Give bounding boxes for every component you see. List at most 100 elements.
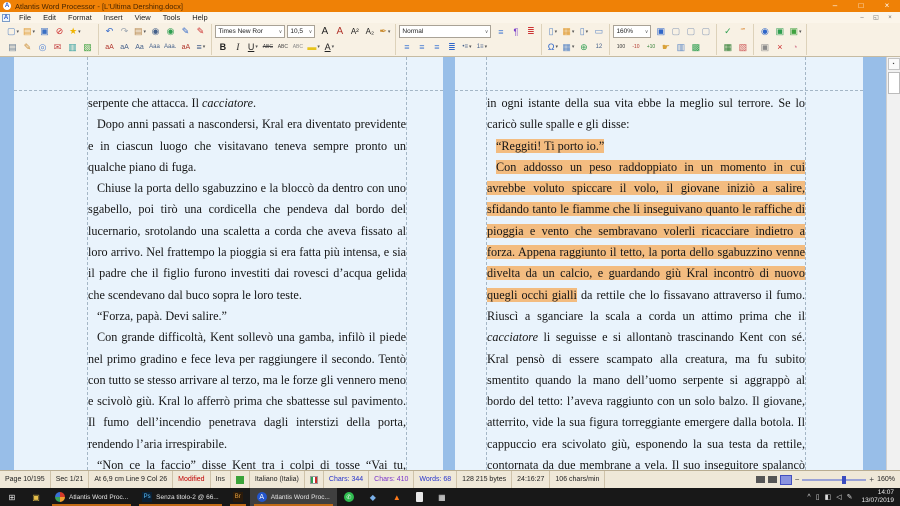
highlight-button[interactable]: ▬▾	[305, 40, 322, 54]
sections-button[interactable]: ▯▾	[576, 25, 591, 39]
taskbar-paint3d[interactable]: ◆	[361, 488, 385, 506]
status-autocorrect-icon[interactable]	[231, 471, 250, 488]
paste-button[interactable]: ▤▾	[132, 25, 148, 39]
fullscreen-button[interactable]: ▣	[653, 25, 668, 39]
mdi-close-button[interactable]: ×	[884, 13, 896, 23]
view-layout-button[interactable]	[768, 476, 777, 483]
find-button[interactable]: ◉	[148, 25, 163, 39]
mdi-restore-button[interactable]: ◱	[870, 13, 882, 23]
number-list-button[interactable]: 1≡▾	[474, 40, 489, 54]
status-language-flag-icon[interactable]	[305, 471, 324, 488]
hand-tool-button[interactable]: ☛	[658, 40, 673, 54]
smart-quotes-button[interactable]: “”	[735, 25, 750, 39]
chart-button[interactable]: ▧	[735, 40, 750, 54]
status-zoom-percent[interactable]: 160%	[877, 476, 895, 483]
toggle-case-button[interactable]: aA	[178, 40, 193, 54]
print-button[interactable]: ▤	[5, 40, 20, 54]
new-document-button[interactable]: ▢▾	[5, 25, 21, 39]
zoom-in-button[interactable]: +	[869, 475, 874, 484]
page-right[interactable]: in ogni istante della sua vita ebbe la m…	[455, 57, 863, 470]
bold-button[interactable]: B	[215, 40, 230, 54]
menu-edit[interactable]: Edit	[37, 12, 62, 23]
format-painter-button[interactable]: ✒▾	[377, 25, 392, 39]
hidden-icons-chevron-icon[interactable]: ^	[807, 494, 810, 501]
taskbar-white-jar[interactable]	[409, 488, 430, 506]
show-marks-button[interactable]: ¶	[508, 25, 523, 39]
volume-icon[interactable]: ◁	[836, 493, 841, 501]
strikethrough-button[interactable]: ABC	[260, 40, 275, 54]
lowercase-button[interactable]: aA	[117, 40, 132, 54]
status-language[interactable]: Italiano (Italia)	[250, 471, 305, 488]
thumbnails-button[interactable]: ▥	[673, 40, 688, 54]
page-break-button[interactable]: ▭	[591, 25, 606, 39]
font-name-select[interactable]: Times New Ror∨	[215, 25, 285, 38]
menu-tools[interactable]: Tools	[157, 12, 187, 23]
table-button[interactable]: ▦▾	[560, 40, 576, 54]
align-left-button[interactable]: ≡	[399, 40, 414, 54]
status-section[interactable]: Sec 1/21	[51, 471, 90, 488]
zoom-width-button[interactable]: ▢	[683, 25, 698, 39]
taskbar-browser-atlantis[interactable]: Atlantis Word Proc...	[48, 488, 135, 506]
start-button[interactable]: ⊞	[0, 488, 24, 506]
menu-view[interactable]: View	[129, 12, 157, 23]
view-draft-button[interactable]	[756, 476, 765, 483]
symbol-button[interactable]: Ω▾	[545, 40, 560, 54]
favorites-button[interactable]: ★▾	[67, 25, 83, 39]
taskbar-file-explorer[interactable]: ▣	[24, 488, 48, 506]
zoom-plus10-button[interactable]: +10	[643, 40, 658, 54]
justify-button[interactable]: ≣	[444, 40, 459, 54]
web-button[interactable]: ⊕	[576, 40, 591, 54]
open-document-button[interactable]: ▤▾	[21, 25, 37, 39]
superscript-button[interactable]: A²	[347, 25, 362, 39]
styles-list-button[interactable]: ≣	[523, 25, 538, 39]
align-right-button[interactable]: ≡	[429, 40, 444, 54]
line-tools-button[interactable]: ≡▾	[193, 40, 208, 54]
piggy-bank-button[interactable]: ◔	[787, 40, 802, 54]
underline-button[interactable]: U▾	[245, 40, 260, 54]
page-left[interactable]: serpente che attacca. Il cacciatore.Dopo…	[14, 57, 443, 470]
taskbar-photoshop[interactable]: PsSenza titolo-2 @ 66...	[135, 488, 226, 506]
menu-insert[interactable]: Insert	[98, 12, 129, 23]
italic-button[interactable]: I	[230, 40, 245, 54]
taskbar-vlc[interactable]: ▲	[385, 488, 409, 506]
status-bytes[interactable]: 128 215 bytes	[457, 471, 512, 488]
font-dialog-button[interactable]: A	[317, 25, 332, 39]
network-icon[interactable]: ◧	[825, 493, 832, 501]
zoom-pages-button[interactable]: ▢	[698, 25, 713, 39]
status-words[interactable]: Words: 68	[414, 471, 457, 488]
close-button[interactable]: ×	[874, 0, 900, 12]
status-typing-speed[interactable]: 106 chars/min	[550, 471, 605, 488]
menu-format[interactable]: Format	[62, 12, 98, 23]
zoom-page-button[interactable]: ▢	[668, 25, 683, 39]
menu-help[interactable]: Help	[186, 12, 213, 23]
duplicate-button[interactable]: ▥	[65, 40, 80, 54]
font-color-button[interactable]: A▾	[322, 40, 337, 54]
insert-image-button[interactable]: ▦▾	[560, 25, 576, 39]
edit-document-button[interactable]: ✎	[20, 40, 35, 54]
pen-red-button[interactable]: ✎	[193, 25, 208, 39]
status-insert-mode[interactable]: Ins	[211, 471, 231, 488]
zoom-100-button[interactable]: 100	[613, 40, 628, 54]
clear-format-button[interactable]: ABC	[290, 40, 305, 54]
status-position[interactable]: At 6,9 cm Line 9 Col 26	[89, 471, 173, 488]
minimize-button[interactable]: –	[822, 0, 848, 12]
spelling-marks-button[interactable]: ABC	[275, 40, 290, 54]
zoom-slider-thumb[interactable]	[842, 476, 846, 484]
redo-button[interactable]: ↷	[117, 25, 132, 39]
view-pages-button[interactable]	[780, 475, 792, 485]
feedback-button[interactable]: ◉	[757, 25, 772, 39]
sentence-case-button[interactable]: Aaa.	[162, 40, 178, 54]
columns-button[interactable]: ▯▾	[545, 25, 560, 39]
clear-button[interactable]: ×	[772, 40, 787, 54]
taskbar-clock[interactable]: 14:07 13/07/2019	[857, 489, 894, 505]
status-page[interactable]: Page 10/195	[0, 471, 51, 488]
vertical-scrollbar[interactable]: ▪	[886, 57, 900, 470]
page-right-text[interactable]: in ogni istante della sua vita ebbe la m…	[487, 93, 805, 470]
usb-icon[interactable]: ▯	[816, 493, 820, 501]
title-case-button[interactable]: Aaa	[147, 40, 162, 54]
export-excel-button[interactable]: ▦	[720, 40, 735, 54]
align-center-button[interactable]: ≡	[414, 40, 429, 54]
document-map-button[interactable]: ▩	[688, 40, 703, 54]
export-button[interactable]: ▧	[80, 40, 95, 54]
close-document-button[interactable]: ⊘	[52, 25, 67, 39]
